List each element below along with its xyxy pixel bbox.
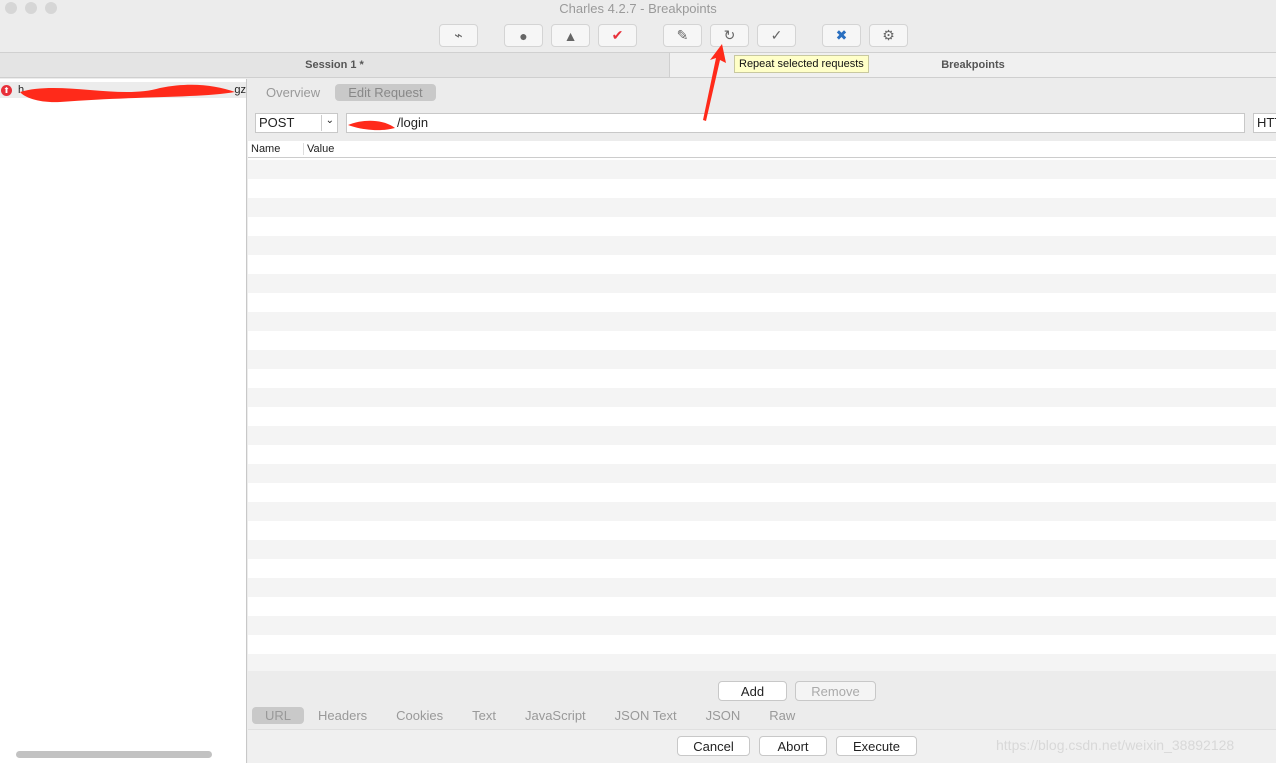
redaction-scribble — [348, 120, 395, 131]
annotation-arrow — [703, 44, 726, 121]
annotation-overlay — [20, 44, 726, 131]
redaction-scribble — [20, 84, 235, 103]
